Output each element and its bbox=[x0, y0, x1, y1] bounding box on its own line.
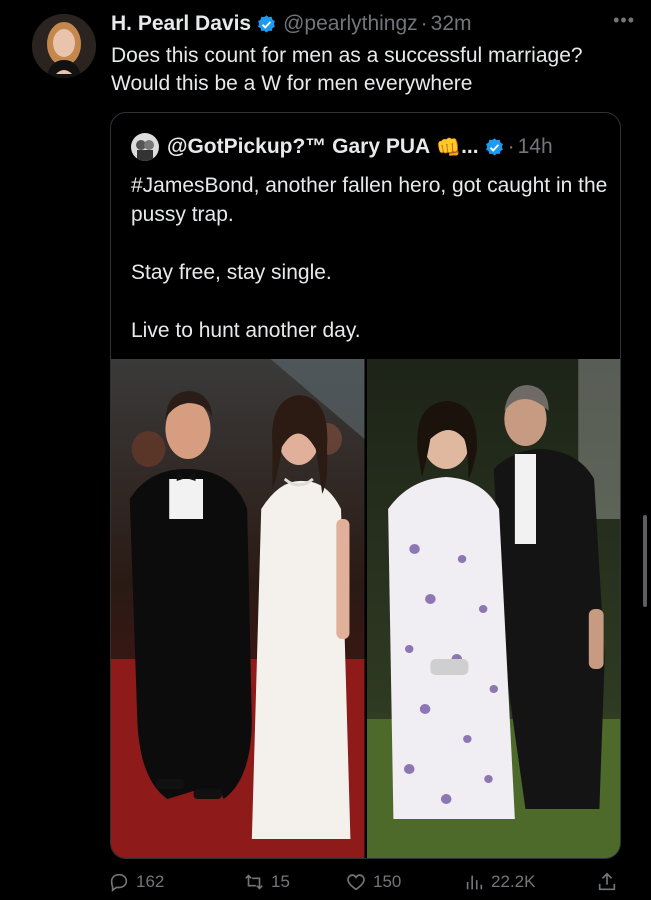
separator-dot: · bbox=[420, 12, 428, 35]
retweet-button[interactable]: 15 bbox=[243, 871, 290, 893]
retweet-count: 15 bbox=[271, 872, 290, 891]
reply-icon bbox=[110, 873, 128, 892]
quoted-photo-left[interactable] bbox=[111, 359, 365, 858]
quoted-tweet-text: #JamesBond, another fallen hero, got cau… bbox=[131, 171, 611, 374]
name-truncation-ellipsis: ... bbox=[461, 135, 479, 158]
tweet-text: Does this count for men as a successful … bbox=[111, 44, 583, 95]
views-chart-icon bbox=[466, 875, 483, 890]
heart-icon bbox=[347, 874, 365, 891]
more-options-icon[interactable]: ••• bbox=[613, 10, 635, 31]
quoted-photo-right[interactable] bbox=[366, 359, 620, 858]
quoted-paragraph: Live to hunt another day. bbox=[131, 319, 361, 342]
tweet-action-bar: 162 15 150 22.2K bbox=[108, 868, 628, 896]
views-button[interactable]: 22.2K bbox=[463, 871, 535, 893]
view-count: 22.2K bbox=[491, 872, 536, 891]
scrollbar-thumb[interactable] bbox=[643, 515, 647, 607]
reply-button[interactable]: 162 bbox=[108, 871, 164, 893]
quoted-paragraph: #JamesBond, another fallen hero, got cau… bbox=[131, 174, 608, 226]
share-button[interactable] bbox=[596, 871, 624, 893]
quoted-media-grid bbox=[111, 359, 620, 858]
quoted-verified-badge-icon bbox=[484, 137, 505, 158]
quoted-separator-dot: · bbox=[507, 135, 515, 158]
quoted-paragraph: Stay free, stay single. bbox=[131, 261, 332, 284]
like-count: 150 bbox=[373, 872, 402, 891]
like-button[interactable]: 150 bbox=[345, 871, 401, 893]
author-display-name[interactable]: H. Pearl Davis bbox=[111, 12, 251, 36]
quoted-tweet-header: @GotPickup?™ Gary PUA 👊 ... · 14h bbox=[131, 133, 553, 161]
fist-emoji-icon: 👊 bbox=[436, 136, 462, 159]
share-icon bbox=[598, 872, 616, 891]
verified-badge-icon bbox=[256, 14, 277, 35]
quoted-tweet[interactable]: @GotPickup?™ Gary PUA 👊 ... · 14h #James… bbox=[110, 112, 621, 859]
tweet-header: H. Pearl Davis @pearlythingz · 32m bbox=[111, 12, 631, 36]
author-avatar[interactable] bbox=[32, 14, 96, 78]
author-handle[interactable]: @pearlythingz bbox=[283, 12, 418, 36]
quoted-author-avatar bbox=[131, 133, 159, 161]
retweet-icon bbox=[245, 874, 263, 890]
quoted-author-display-name: @GotPickup?™ Gary PUA bbox=[167, 135, 431, 158]
tweet-timestamp[interactable]: 32m bbox=[431, 12, 472, 36]
reply-count: 162 bbox=[136, 872, 165, 891]
tweet-container: H. Pearl Davis @pearlythingz · 32m ••• D… bbox=[0, 0, 651, 900]
quoted-timestamp: 14h bbox=[517, 135, 553, 158]
